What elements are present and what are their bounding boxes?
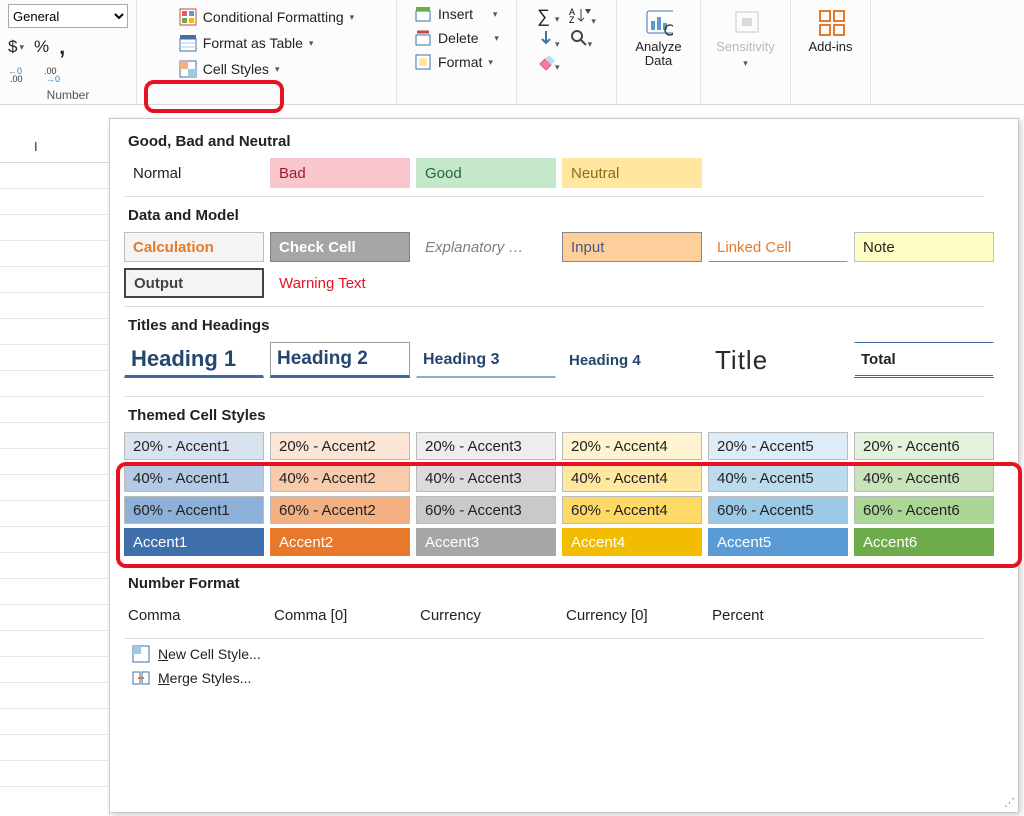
style-explanatory[interactable]: Explanatory …	[416, 232, 556, 262]
format-as-table-icon	[179, 34, 197, 52]
style-20-accent6[interactable]: 20% - Accent6	[854, 432, 994, 460]
new-cell-style-icon	[132, 645, 150, 663]
increase-decimal-button[interactable]: ←0.00	[8, 66, 32, 82]
style-40-accent1[interactable]: 40% - Accent1	[124, 464, 264, 492]
style-60-accent6[interactable]: 60% - Accent6	[854, 496, 994, 524]
resize-grip-icon[interactable]: ⋰	[1004, 796, 1015, 809]
decrease-decimal-button[interactable]: .00→0	[44, 66, 68, 82]
format-as-table-button[interactable]: Format as Table▾	[175, 32, 358, 54]
style-20-accent1[interactable]: 20% - Accent1	[124, 432, 264, 460]
style-40-accent6[interactable]: 40% - Accent6	[854, 464, 994, 492]
group-styles: Conditional Formatting▾ Format as Table▾…	[137, 0, 397, 104]
style-20-accent4[interactable]: 20% - Accent4	[562, 432, 702, 460]
group-number: General $▾ % , ←0.00 .00→0 Number	[0, 0, 137, 104]
accent-grid: 20% - Accent120% - Accent220% - Accent32…	[124, 432, 1018, 556]
style-neutral[interactable]: Neutral	[562, 158, 702, 188]
section-data-model: Data and Model	[124, 201, 1018, 232]
style-60-accent3[interactable]: 60% - Accent3	[416, 496, 556, 524]
style-bad[interactable]: Bad	[270, 158, 410, 188]
style-60-accent5[interactable]: 60% - Accent5	[708, 496, 848, 524]
addins-icon	[817, 8, 845, 36]
style-accent2[interactable]: Accent2	[270, 528, 410, 556]
style-good[interactable]: Good	[416, 158, 556, 188]
conditional-formatting-icon	[179, 8, 197, 26]
section-number-format: Number Format	[124, 569, 1018, 600]
new-cell-style-button[interactable]: New Cell Style...	[132, 645, 984, 663]
style-40-accent4[interactable]: 40% - Accent4	[562, 464, 702, 492]
merge-styles-button[interactable]: Merge Styles...	[132, 669, 984, 687]
format-button[interactable]: Format▾	[410, 52, 503, 72]
style-input[interactable]: Input	[562, 232, 702, 262]
style-normal[interactable]: Normal	[124, 158, 264, 188]
style-currency[interactable]: Currency	[416, 600, 556, 630]
fill-button[interactable]: ▾	[537, 29, 560, 50]
analyze-data-button[interactable]: Analyze Data	[617, 0, 701, 104]
style-40-accent5[interactable]: 40% - Accent5	[708, 464, 848, 492]
style-40-accent3[interactable]: 40% - Accent3	[416, 464, 556, 492]
style-percent[interactable]: Percent	[708, 600, 848, 630]
style-60-accent1[interactable]: 60% - Accent1	[124, 496, 264, 524]
style-20-accent5[interactable]: 20% - Accent5	[708, 432, 848, 460]
style-total[interactable]: Total	[854, 342, 994, 378]
svg-text:.00: .00	[10, 74, 23, 82]
format-icon	[414, 53, 432, 71]
worksheet-area[interactable]: I	[0, 135, 110, 815]
cell-styles-icon	[179, 60, 197, 78]
column-header[interactable]: I	[0, 135, 109, 163]
section-good-bad-neutral: Good, Bad and Neutral	[124, 127, 1018, 158]
style-check-cell[interactable]: Check Cell	[270, 232, 410, 262]
style-20-accent3[interactable]: 20% - Accent3	[416, 432, 556, 460]
style-title[interactable]: Title	[708, 342, 848, 378]
ribbon: General $▾ % , ←0.00 .00→0 Number	[0, 0, 1024, 105]
style-warning-text[interactable]: Warning Text	[270, 268, 410, 298]
clear-button[interactable]: ▾	[537, 52, 560, 73]
analyze-data-icon	[645, 8, 673, 36]
cell-styles-gallery: Good, Bad and Neutral Normal Bad Good Ne…	[109, 118, 1019, 813]
style-heading1[interactable]: Heading 1	[124, 342, 264, 378]
style-linked-cell[interactable]: Linked Cell	[708, 232, 848, 262]
group-editing: ∑ ▾ AZ▾ ▾ ▾ ▾	[517, 0, 617, 104]
merge-styles-icon	[132, 669, 150, 687]
group-label-number: Number	[47, 88, 90, 102]
style-comma0[interactable]: Comma [0]	[270, 600, 410, 630]
style-60-accent4[interactable]: 60% - Accent4	[562, 496, 702, 524]
delete-button[interactable]: Delete ▾	[410, 28, 503, 48]
style-note[interactable]: Note	[854, 232, 994, 262]
style-accent5[interactable]: Accent5	[708, 528, 848, 556]
percent-button[interactable]: %	[34, 37, 49, 57]
style-accent1[interactable]: Accent1	[124, 528, 264, 556]
style-accent6[interactable]: Accent6	[854, 528, 994, 556]
style-heading2[interactable]: Heading 2	[270, 342, 410, 378]
comma-button[interactable]: ,	[59, 34, 65, 60]
style-heading4[interactable]: Heading 4	[562, 342, 702, 378]
style-40-accent2[interactable]: 40% - Accent2	[270, 464, 410, 492]
style-accent4[interactable]: Accent4	[562, 528, 702, 556]
cell-styles-button[interactable]: Cell Styles▾	[175, 58, 358, 80]
section-themed: Themed Cell Styles	[124, 401, 1018, 432]
find-button[interactable]: ▾	[570, 29, 593, 50]
section-titles-headings: Titles and Headings	[124, 311, 1018, 342]
currency-button[interactable]: $▾	[8, 37, 24, 57]
number-format-select[interactable]: General	[8, 4, 128, 28]
sensitivity-button: Sensitivity ▾	[701, 0, 791, 104]
sum-button[interactable]: ∑ ▾	[537, 6, 559, 27]
style-calculation[interactable]: Calculation	[124, 232, 264, 262]
svg-text:Z: Z	[569, 15, 575, 24]
delete-icon	[414, 29, 432, 47]
style-accent3[interactable]: Accent3	[416, 528, 556, 556]
group-cells: Insert ▾ Delete ▾ Format▾	[397, 0, 517, 104]
style-comma[interactable]: Comma	[124, 600, 264, 630]
addins-button[interactable]: Add-ins	[791, 0, 871, 104]
style-heading3[interactable]: Heading 3	[416, 342, 556, 378]
conditional-formatting-button[interactable]: Conditional Formatting▾	[175, 6, 358, 28]
style-20-accent2[interactable]: 20% - Accent2	[270, 432, 410, 460]
insert-button[interactable]: Insert ▾	[410, 4, 503, 24]
sort-filter-button[interactable]: AZ▾	[569, 6, 596, 27]
style-output[interactable]: Output	[124, 268, 264, 298]
style-currency0[interactable]: Currency [0]	[562, 600, 702, 630]
insert-icon	[414, 5, 432, 23]
style-60-accent2[interactable]: 60% - Accent2	[270, 496, 410, 524]
sensitivity-icon	[732, 8, 760, 36]
svg-text:→0: →0	[46, 74, 60, 82]
